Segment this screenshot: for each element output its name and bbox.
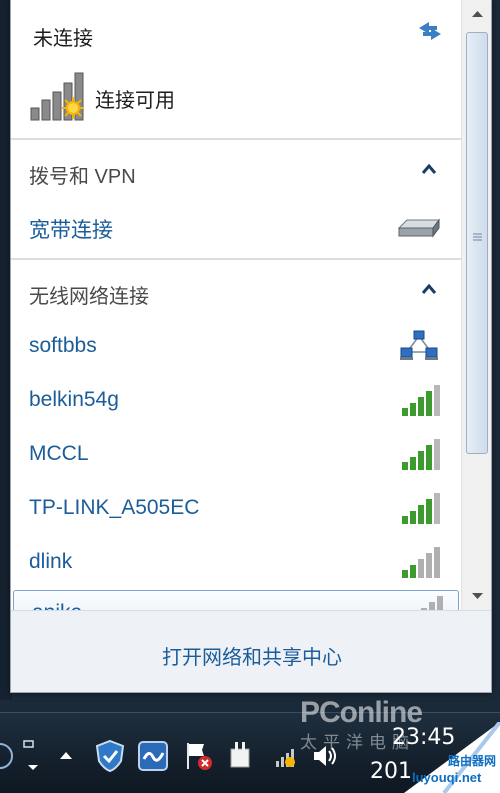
wifi-item-softbbs[interactable]: softbbs: [11, 320, 461, 374]
signal-available-icon: [30, 72, 84, 121]
adhoc-network-icon: [400, 330, 438, 360]
network-name: TP-LINK_A505EC: [29, 496, 200, 519]
network-list-scroll-area: 未连接 连接可用 拨号和 VPN 宽带连接 无线网络连接 softbbs bel…: [11, 0, 461, 610]
connection-name: 宽带连接: [29, 219, 113, 242]
power-plug-icon[interactable]: [226, 739, 256, 773]
site-name-watermark: 路由器网: [448, 754, 497, 768]
signal-bars-1-icon: [421, 596, 443, 610]
modem-icon: [397, 218, 440, 238]
open-network-sharing-center-link[interactable]: 打开网络和共享中心: [11, 641, 491, 670]
show-hidden-icons-arrow-icon[interactable]: [18, 739, 48, 773]
wave-app-icon[interactable]: [136, 739, 170, 773]
wifi-item-belkin54g[interactable]: belkin54g: [11, 374, 461, 428]
shield-icon[interactable]: [94, 739, 126, 773]
wifi-item-mccl[interactable]: MCCL: [11, 428, 461, 482]
globe-icon[interactable]: [0, 739, 14, 773]
connection-available-label: 连接可用: [95, 90, 175, 112]
status-title: 未连接: [33, 28, 93, 50]
flyout-footer: 打开网络和共享中心: [11, 610, 491, 692]
chevron-up-icon: [421, 283, 437, 294]
list-item-broadband-connection[interactable]: 宽带连接: [11, 200, 461, 258]
scrollbar-thumb[interactable]: [466, 32, 488, 454]
wifi-item-anike[interactable]: anike: [13, 590, 459, 610]
network-name: MCCL: [29, 442, 89, 465]
vertical-scrollbar[interactable]: [461, 0, 492, 610]
signal-bars-2-icon: [402, 547, 440, 578]
network-name: dlink: [29, 550, 73, 573]
chevron-up-icon[interactable]: [56, 739, 76, 773]
network-name: softbbs: [29, 334, 97, 357]
wifi-item-dlink[interactable]: dlink: [11, 536, 461, 590]
connection-status-area: 未连接 连接可用: [11, 0, 461, 138]
pconline-sub-watermark: 太平洋电脑: [300, 733, 415, 752]
network-flyout: 未连接 连接可用 拨号和 VPN 宽带连接 无线网络连接 softbbs bel…: [10, 0, 492, 693]
signal-bars-4-icon: [402, 385, 440, 416]
scroll-down-arrow-icon[interactable]: [462, 582, 492, 610]
network-name: anike: [32, 601, 82, 610]
site-url-watermark: luyouqi.net: [412, 770, 482, 785]
network-name: belkin54g: [29, 388, 119, 411]
action-center-flag-icon[interactable]: [182, 739, 216, 773]
scroll-up-arrow-icon[interactable]: [462, 0, 492, 28]
signal-bars-4-icon: [402, 439, 440, 470]
group-header-dialup-vpn[interactable]: 拨号和 VPN: [11, 140, 461, 200]
group-header-wireless[interactable]: 无线网络连接: [11, 260, 461, 320]
group-title-dialup-vpn: 拨号和 VPN: [29, 166, 136, 188]
chevron-up-icon: [421, 163, 437, 174]
signal-bars-4-icon: [402, 493, 440, 524]
wifi-item-tp-link[interactable]: TP-LINK_A505EC: [11, 482, 461, 536]
refresh-icon[interactable]: [413, 16, 447, 46]
grip-lines-icon: [473, 233, 482, 241]
group-title-wireless: 无线网络连接: [29, 286, 149, 308]
